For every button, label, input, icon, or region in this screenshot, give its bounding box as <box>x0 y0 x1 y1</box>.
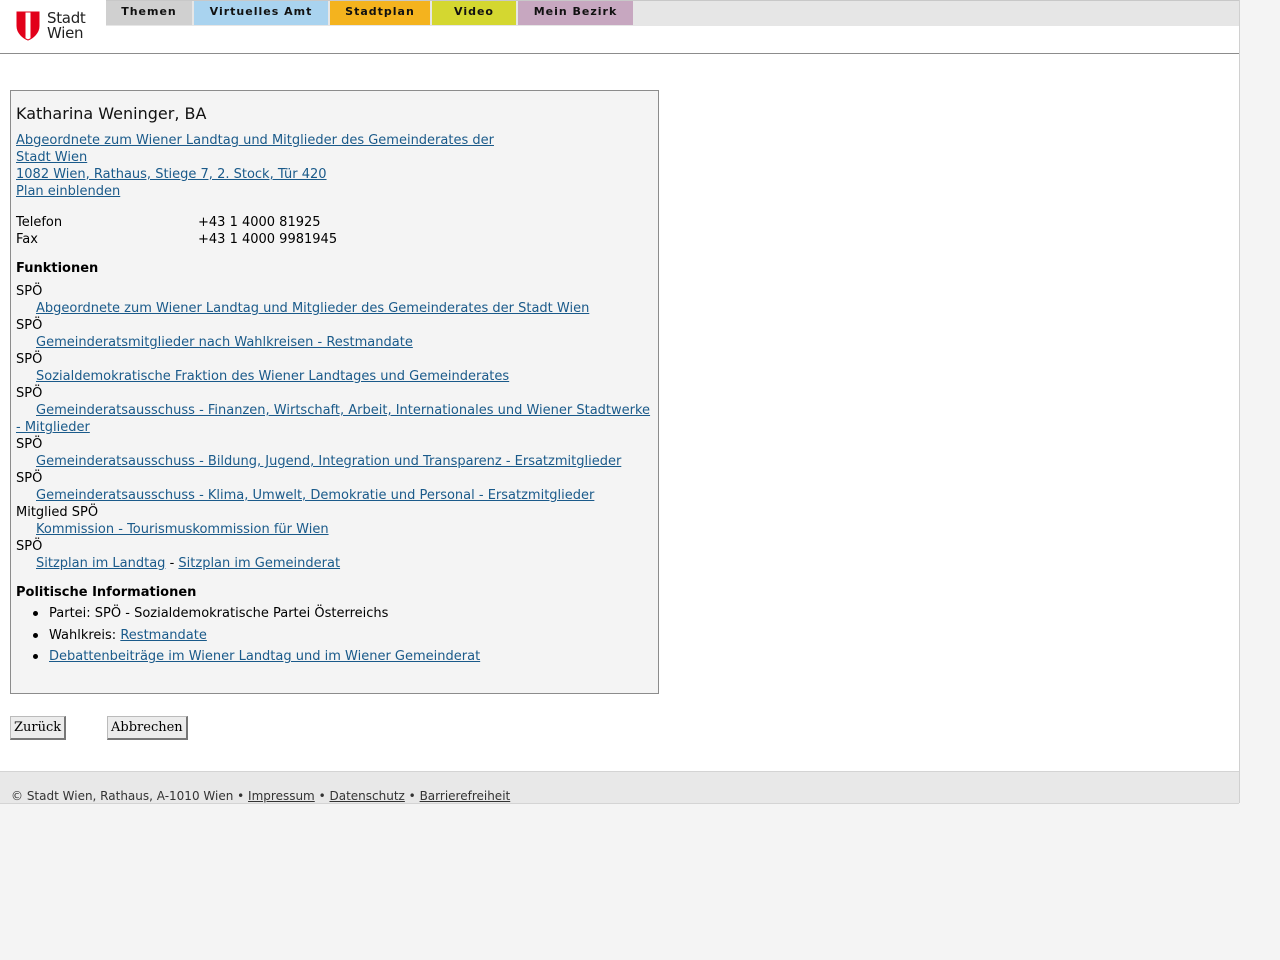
district-label: Wahlkreis: <box>49 628 117 643</box>
role-link[interactable]: Abgeordnete zum Wiener Landtag und Mitgl… <box>16 132 494 149</box>
phone-value: +43 1 4000 81925 <box>198 215 321 230</box>
function-party: SPÖ <box>16 437 43 452</box>
wien-shield-icon <box>16 11 40 41</box>
function-link[interactable]: Gemeinderatsmitglieder nach Wahlkreisen … <box>36 334 413 351</box>
impressum-link[interactable]: Impressum <box>248 789 315 803</box>
tab-video[interactable]: Video <box>432 1 516 25</box>
political-heading: Politische Informationen <box>16 585 197 600</box>
cancel-button[interactable]: Abbrechen <box>107 716 188 740</box>
seat-plan-links: Sitzplan im Landtag - Sitzplan im Gemein… <box>36 555 340 572</box>
footer-separator: • <box>237 789 245 803</box>
barrierefreiheit-link[interactable]: Barrierefreiheit <box>420 789 511 803</box>
function-party: SPÖ <box>16 352 43 367</box>
site-header: Stadt Wien Themen Virtuelles Amt Stadtpl… <box>0 0 1239 54</box>
back-button[interactable]: Zurück <box>10 716 67 740</box>
seat-plan-gemeinderat-link[interactable]: Sitzplan im Gemeinderat <box>178 556 340 571</box>
seat-party: SPÖ <box>16 539 43 554</box>
footer-separator: • <box>408 789 416 803</box>
stadt-wien-logo[interactable]: Stadt Wien <box>16 10 92 42</box>
show-plan-link[interactable]: Plan einblenden <box>16 183 120 200</box>
tab-stadtplan[interactable]: Stadtplan <box>330 1 430 25</box>
district-link[interactable]: Restmandate <box>120 628 207 643</box>
copyright: © Stadt Wien, Rathaus, A-1010 Wien <box>11 789 234 803</box>
bullet-icon <box>33 633 38 638</box>
site-footer: © Stadt Wien, Rathaus, A-1010 Wien • Imp… <box>0 771 1239 804</box>
debates-link[interactable]: Debattenbeiträge im Wiener Landtag und i… <box>49 648 480 665</box>
function-party: SPÖ <box>16 284 43 299</box>
party-info: Partei: SPÖ - Sozialdemokratische Partei… <box>49 606 389 621</box>
footer-text: © Stadt Wien, Rathaus, A-1010 Wien • Imp… <box>11 789 510 803</box>
main-nav: Themen Virtuelles Amt Stadtplan Video Me… <box>106 1 635 26</box>
phone-label: Telefon <box>16 215 63 230</box>
tab-themen[interactable]: Themen <box>106 1 192 25</box>
function-party: SPÖ <box>16 318 43 333</box>
tab-virtuelles-amt[interactable]: Virtuelles Amt <box>194 1 328 25</box>
logo-text-wien: Wien <box>47 24 84 42</box>
function-link[interactable]: Gemeinderatsausschuss - Klima, Umwelt, D… <box>36 487 594 504</box>
function-link[interactable]: Gemeinderatsausschuss - Bildung, Jugend,… <box>36 453 621 470</box>
seat-plan-landtag-link[interactable]: Sitzplan im Landtag <box>36 556 165 571</box>
bullet-icon <box>33 654 38 659</box>
function-link[interactable]: Sozialdemokratische Fraktion des Wiener … <box>36 368 509 385</box>
page: Stadt Wien Themen Virtuelles Amt Stadtpl… <box>0 0 1240 804</box>
bullet-icon <box>33 611 38 616</box>
address-link[interactable]: 1082 Wien, Rathaus, Stiege 7, 2. Stock, … <box>16 166 327 183</box>
district-info: Wahlkreis: Restmandate <box>49 627 207 644</box>
function-link[interactable]: Gemeinderatsausschuss - Finanzen, Wirtsc… <box>36 402 650 419</box>
function-link-cont[interactable]: - Mitglieder <box>16 419 90 436</box>
function-party: Mitglied SPÖ <box>16 505 99 520</box>
fax-label: Fax <box>16 232 38 247</box>
footer-separator: • <box>318 789 326 803</box>
functions-heading: Funktionen <box>16 261 99 276</box>
role-link-cont[interactable]: Stadt Wien <box>16 149 87 166</box>
function-party: SPÖ <box>16 386 43 401</box>
function-link[interactable]: Kommission - Tourismuskommission für Wie… <box>36 521 329 538</box>
fax-value: +43 1 4000 9981945 <box>198 232 338 247</box>
tab-mein-bezirk[interactable]: Mein Bezirk <box>518 1 633 25</box>
function-party: SPÖ <box>16 471 43 486</box>
person-name: Katharina Weninger, BA <box>16 104 207 123</box>
function-link[interactable]: Abgeordnete zum Wiener Landtag und Mitgl… <box>36 300 589 317</box>
seat-plan-separator: - <box>169 556 175 571</box>
datenschutz-link[interactable]: Datenschutz <box>329 789 404 803</box>
